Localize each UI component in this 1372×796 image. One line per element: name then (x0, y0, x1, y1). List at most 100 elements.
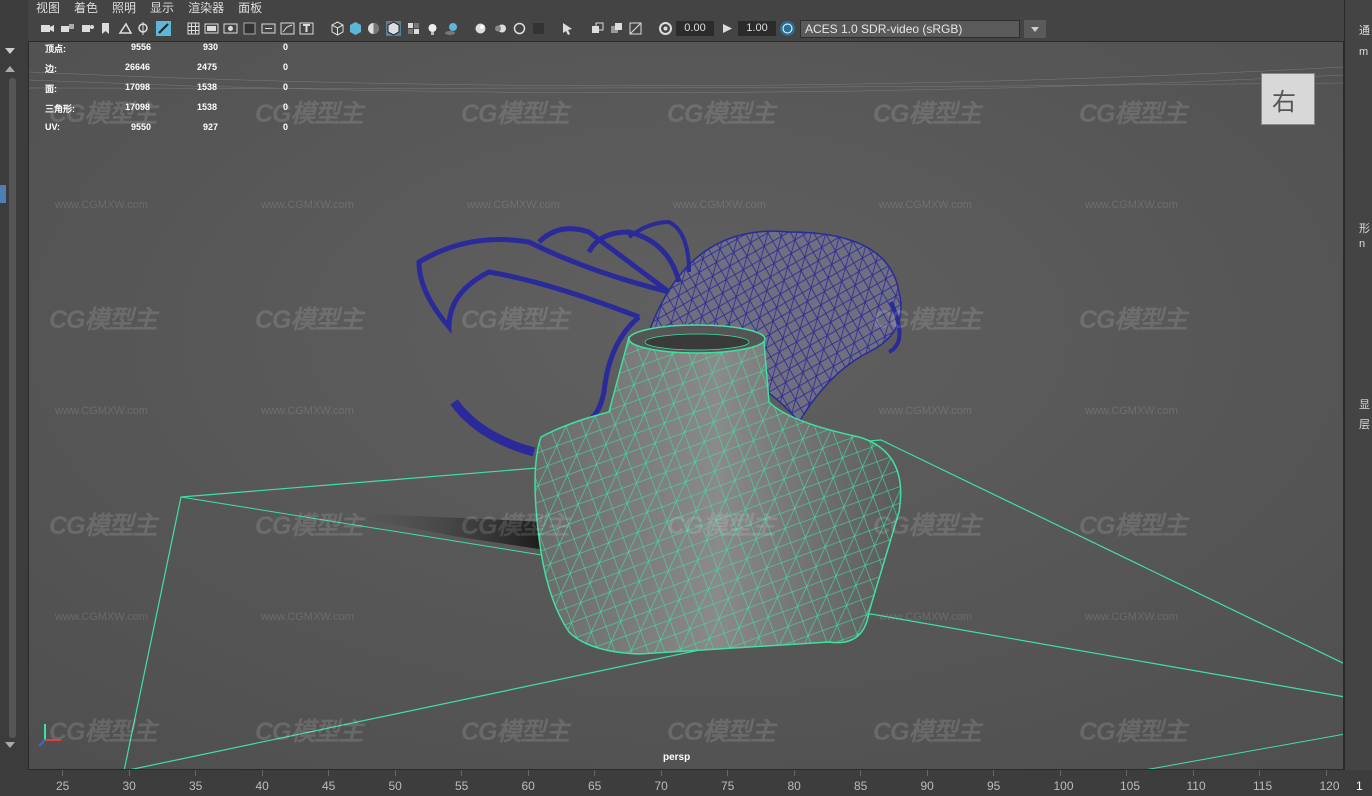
color-management-icon[interactable] (780, 21, 795, 36)
film-gate-icon[interactable] (204, 21, 219, 36)
timeline-tick-mark (461, 770, 462, 776)
default-material-icon[interactable] (366, 21, 381, 36)
menu-view[interactable]: 视图 (36, 0, 60, 18)
xray-components-icon[interactable] (628, 21, 643, 36)
menu-panels[interactable]: 面板 (238, 0, 262, 18)
exposure-field[interactable]: 0.00 (676, 21, 714, 36)
watermark-logo: CG模型主 (461, 512, 570, 540)
image-plane-icon[interactable] (118, 21, 133, 36)
menu-lighting[interactable]: 照明 (112, 0, 136, 18)
depth-of-field-icon[interactable] (531, 21, 546, 36)
xray-joints-icon[interactable] (609, 21, 624, 36)
timeline-tick-mark (660, 770, 662, 776)
hud-value: 1538 (197, 82, 218, 92)
time-slider[interactable]: 25 30 35 40 45 50 55 60 65 70 75 80 85 90 95 100 105 110 1… (0, 770, 1372, 796)
view-transform-dropdown[interactable]: ACES 1.0 SDR-video (sRGB) (800, 20, 1020, 38)
gate-mask-icon[interactable] (242, 21, 257, 36)
smooth-shade-icon[interactable] (348, 21, 363, 36)
perspective-viewport[interactable]: CG模型主 CG模型主 CG模型主 CG模型主 CG模型主 CG模型主 www.… (28, 41, 1344, 770)
collapse-arrow-icon[interactable] (5, 48, 15, 54)
right-panel-label: n (1359, 238, 1366, 250)
timeline-tick-label: 60 (521, 779, 535, 793)
exposure-icon[interactable] (658, 21, 673, 36)
right-panel-label[interactable]: 通 (1359, 22, 1370, 38)
bookmark-icon[interactable] (98, 21, 113, 36)
hud-label: 面: (45, 84, 57, 94)
hud-value: 17098 (125, 82, 151, 92)
timeline-tick-label: 80 (787, 779, 801, 793)
anti-aliasing-icon[interactable] (512, 21, 527, 36)
watermark-logo: CG模型主 (873, 718, 982, 746)
hud-value: 0 (283, 82, 289, 92)
view-cube-label: 右 (1272, 88, 1296, 116)
left-scrollbar[interactable] (9, 78, 16, 738)
hud-value: 17098 (125, 102, 151, 112)
watermark-logo: CG模型主 (1079, 512, 1188, 540)
hud-value: 930 (203, 42, 219, 52)
watermark-logo: CG模型主 (667, 512, 776, 540)
shadows-icon[interactable] (444, 21, 459, 36)
watermark-url: www.CGMXW.com (1085, 405, 1178, 417)
watermark-url: www.CGMXW.com (261, 405, 354, 417)
view-cube[interactable]: 右 (1261, 73, 1315, 125)
right-panel-label[interactable]: 形 (1359, 220, 1370, 236)
timeline-tick-label: 120 (1319, 779, 1340, 793)
textured-icon[interactable] (406, 21, 421, 36)
watermark-url: www.CGMXW.com (1085, 199, 1178, 211)
watermark-logo: CG模型主 (1079, 718, 1188, 746)
timeline-tick-label: 105 (1120, 779, 1141, 793)
screen-space-ao-icon[interactable] (473, 21, 488, 36)
motion-blur-icon[interactable] (493, 21, 508, 36)
camera-icon[interactable] (40, 21, 55, 36)
watermark-logo: CG模型主 (873, 306, 982, 334)
wireframe-icon[interactable] (330, 21, 345, 36)
menu-show[interactable]: 显示 (150, 0, 174, 18)
timeline-tick-mark (128, 770, 130, 776)
right-panel-label[interactable]: 显 (1359, 396, 1370, 412)
watermark-logo: CG模型主 (1079, 306, 1188, 334)
scroll-down-icon[interactable] (5, 742, 15, 748)
timeline-tick-mark (328, 770, 329, 776)
resolution-gate-icon[interactable] (223, 21, 238, 36)
hud-row-triangles: 三角形: 17098 1538 0 (45, 102, 305, 114)
timeline-tick-label: 90 (920, 779, 934, 793)
timeline-tick-mark (594, 770, 595, 776)
use-all-lights-icon[interactable] (425, 21, 440, 36)
scroll-up-icon[interactable] (5, 66, 15, 72)
right-attribute-panel: 通 m 形 n 显 层 (1344, 0, 1372, 780)
right-panel-label[interactable]: 层 (1359, 416, 1370, 432)
timeline-tick-mark (1259, 770, 1260, 776)
menu-renderer[interactable]: 渲染器 (188, 0, 224, 18)
timeline-tick-mark (1059, 770, 1061, 776)
menu-shading[interactable]: 着色 (74, 0, 98, 18)
camera-attributes-icon[interactable] (80, 21, 95, 36)
right-panel-label: m (1359, 46, 1369, 58)
hud-value: 1538 (197, 102, 218, 112)
timeline-tick-mark (926, 770, 928, 776)
timeline-tick-mark (860, 770, 861, 776)
watermark-logo: CG模型主 (461, 100, 570, 128)
wireframe-on-shaded-icon[interactable] (386, 21, 401, 36)
grease-pencil-icon[interactable] (156, 21, 171, 36)
safe-action-icon[interactable] (280, 21, 295, 36)
field-chart-icon[interactable] (261, 21, 276, 36)
hud-value: 0 (283, 122, 289, 132)
safe-title-icon[interactable] (299, 21, 314, 36)
watermark-url: www.CGMXW.com (261, 199, 354, 211)
2d-pan-zoom-icon[interactable] (136, 21, 151, 36)
timeline-tick-mark (1126, 770, 1127, 776)
dropdown-arrow-icon[interactable] (1024, 20, 1046, 38)
isolate-select-icon[interactable] (560, 21, 575, 36)
timeline-tick-label: 35 (189, 779, 203, 793)
watermark-logo: CG模型主 (255, 306, 364, 334)
view-transform-value: ACES 1.0 SDR-video (sRGB) (805, 22, 963, 36)
watermark-url: www.CGMXW.com (55, 611, 148, 623)
hud-label: 边: (45, 64, 57, 74)
camera-lock-icon[interactable] (60, 21, 75, 36)
grid-icon[interactable] (186, 21, 201, 36)
xray-icon[interactable] (590, 21, 605, 36)
gamma-field[interactable]: 1.00 (738, 21, 776, 36)
watermark-logo: CG模型主 (667, 718, 776, 746)
gamma-icon[interactable] (720, 21, 735, 36)
timeline-tick-label: 40 (255, 779, 269, 793)
